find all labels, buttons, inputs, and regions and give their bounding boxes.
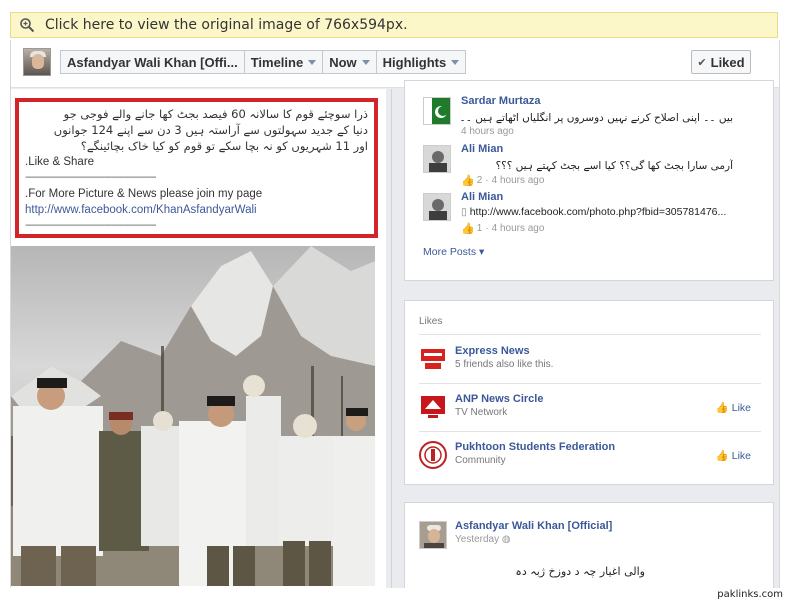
liked-button[interactable]: ✔ Liked xyxy=(691,50,751,74)
thumbs-up-icon: 👍 xyxy=(461,175,475,187)
post-text: والی اغیار چہ د دوزخ ژبہ دہ xyxy=(515,565,645,578)
meta-dot: · xyxy=(485,223,489,234)
highlighted-post: ذرا سوچئے قوم کا سالانہ 60 فیصد بجٹ کھا … xyxy=(15,98,378,238)
divider xyxy=(419,383,761,384)
zoom-in-icon xyxy=(20,18,35,33)
separator-line: ----------------------------------------… xyxy=(25,172,156,183)
psf-logo[interactable] xyxy=(419,441,447,469)
post-author[interactable]: Asfandyar Wali Khan [Official] xyxy=(455,520,612,532)
comment-author[interactable]: Sardar Murtaza xyxy=(461,95,540,107)
photo-illustration xyxy=(11,246,375,586)
recent-comments-card: Sardar Murtaza بیں ۔۔ اپنی اصلاح کرنے نہ… xyxy=(404,80,774,281)
like-label: Like xyxy=(731,401,751,414)
comment-time[interactable]: 4 hours ago xyxy=(461,126,514,137)
comment-item: Ali Mian ▯ http://www.facebook.com/photo… xyxy=(423,189,763,239)
liked-page-sub: Community xyxy=(455,455,506,466)
highlights-dropdown[interactable]: Highlights xyxy=(377,51,466,73)
comment-like-count[interactable]: 2 xyxy=(477,175,483,186)
anp-logo[interactable] xyxy=(419,393,447,421)
comment-item: Sardar Murtaza بیں ۔۔ اپنی اصلاح کرنے نہ… xyxy=(423,93,763,143)
notice-text[interactable]: Click here to view the original image of… xyxy=(45,17,408,33)
liked-page-item: Express News 5 friends also like this. xyxy=(419,343,759,383)
comment-like-count[interactable]: 1 xyxy=(477,223,483,234)
thumbs-up-icon: 👍 xyxy=(461,223,475,235)
avatar[interactable] xyxy=(423,193,451,221)
comment-time[interactable]: 4 hours ago xyxy=(492,175,545,186)
view-original-notice-bar[interactable]: Click here to view the original image of… xyxy=(10,12,778,38)
avatar[interactable] xyxy=(423,145,451,173)
avatar[interactable] xyxy=(419,521,447,549)
liked-page-sub: TV Network xyxy=(455,407,508,418)
like-button[interactable]: 👍 Like xyxy=(715,449,751,463)
chevron-down-icon xyxy=(361,59,370,65)
liked-page-name[interactable]: ANP News Circle xyxy=(455,393,543,405)
join-page-text: .For More Picture & News please join my … xyxy=(25,188,263,200)
timeline-divider xyxy=(391,89,392,588)
comment-text: ▯ http://www.facebook.com/photo.php?fbid… xyxy=(461,206,733,218)
timeline-label: Timeline xyxy=(250,54,304,70)
post-meta: Yesterday ◍ xyxy=(455,534,511,545)
timeline-dropdown[interactable]: Timeline xyxy=(245,51,324,73)
comment-meta: 👍 1 · 4 hours ago xyxy=(461,222,544,235)
divider xyxy=(419,334,761,335)
comment-meta: 4 hours ago xyxy=(461,126,514,137)
thumbs-up-icon: 👍 xyxy=(715,450,729,462)
chevron-down-icon xyxy=(308,59,317,65)
left-column: ذرا سوچئے قوم کا سالانہ 60 فیصد بجٹ کھا … xyxy=(11,89,386,588)
timeline-nav: Asfandyar Wali Khan [Offi... Timeline No… xyxy=(60,50,467,74)
post-time[interactable]: Yesterday xyxy=(455,534,499,545)
facebook-page: Asfandyar Wali Khan [Offi... Timeline No… xyxy=(10,40,780,588)
post-urdu-line: دنیا کے جدید سہولتوں سے آراستہ ہیں 3 دن … xyxy=(53,123,368,137)
comment-author[interactable]: Ali Mian xyxy=(461,191,503,203)
comment-text: بیں ۔۔ اپنی اصلاح کرنے نہیں دوسروں پر ان… xyxy=(461,112,733,124)
meta-dot: · xyxy=(485,175,489,186)
more-posts-label: More Posts xyxy=(423,246,477,258)
highlights-label: Highlights xyxy=(382,54,447,70)
express-news-logo[interactable] xyxy=(419,345,447,373)
like-label: Like xyxy=(731,449,751,462)
comment-item: Ali Mian آرمی سارا بجٹ کھا گی؟؟ کیا اسے … xyxy=(423,141,763,191)
comment-link[interactable]: http://www.facebook.com/photo.php?fbid=3… xyxy=(470,206,727,218)
now-dropdown[interactable]: Now xyxy=(323,51,377,73)
comment-text: آرمی سارا بجٹ کھا گی؟؟ کیا اسے بجٹ کہتے … xyxy=(495,160,733,172)
page-name-link[interactable]: Asfandyar Wali Khan [Offi... xyxy=(61,51,245,73)
liked-page-item: Pukhtoon Students Federation Community 👍… xyxy=(419,439,759,479)
chevron-down-icon xyxy=(451,59,460,65)
comment-author[interactable]: Ali Mian xyxy=(461,143,503,155)
post-urdu-line: ذرا سوچئے قوم کا سالانہ 60 فیصد بجٹ کھا … xyxy=(63,107,368,121)
chevron-down-icon: ▾ xyxy=(479,246,485,258)
page-post-card: Asfandyar Wali Khan [Official] Yesterday… xyxy=(404,502,774,588)
likes-title: Likes xyxy=(419,316,443,327)
attachment-icon: ▯ xyxy=(461,206,470,218)
more-posts-link[interactable]: More Posts ▾ xyxy=(423,246,484,258)
post-urdu-line: اور 11 شہریوں کو نہ بچا سکے تو قوم کو کی… xyxy=(80,139,368,153)
liked-page-name[interactable]: Pukhtoon Students Federation xyxy=(455,441,615,453)
liked-page-item: ANP News Circle TV Network 👍 Like xyxy=(419,391,759,431)
globe-icon: ◍ xyxy=(501,534,511,545)
likes-card: Likes Express News 5 friends also like t… xyxy=(404,300,774,485)
page-link[interactable]: http://www.facebook.com/KhanAsfandyarWal… xyxy=(25,202,368,218)
page-name-label: Asfandyar Wali Khan [Offi... xyxy=(67,54,238,70)
profile-thumbnail[interactable] xyxy=(23,48,51,76)
checkmark-icon: ✔ xyxy=(697,56,707,69)
separator-line: ----------------------------------------… xyxy=(25,220,156,231)
comment-time[interactable]: 4 hours ago xyxy=(492,223,545,234)
liked-label: Liked xyxy=(710,54,745,70)
comment-meta: 👍 2 · 4 hours ago xyxy=(461,174,544,187)
thumbs-up-icon: 👍 xyxy=(715,402,729,414)
soldiers-photo[interactable] xyxy=(11,246,375,586)
now-label: Now xyxy=(329,54,357,70)
liked-page-name[interactable]: Express News xyxy=(455,345,530,357)
avatar[interactable] xyxy=(423,97,451,125)
liked-page-sub: 5 friends also like this. xyxy=(455,359,554,370)
like-button[interactable]: 👍 Like xyxy=(715,401,751,415)
like-share-text: .Like & Share xyxy=(25,156,95,168)
divider xyxy=(419,431,761,432)
site-watermark: paklinks.com xyxy=(717,589,783,600)
